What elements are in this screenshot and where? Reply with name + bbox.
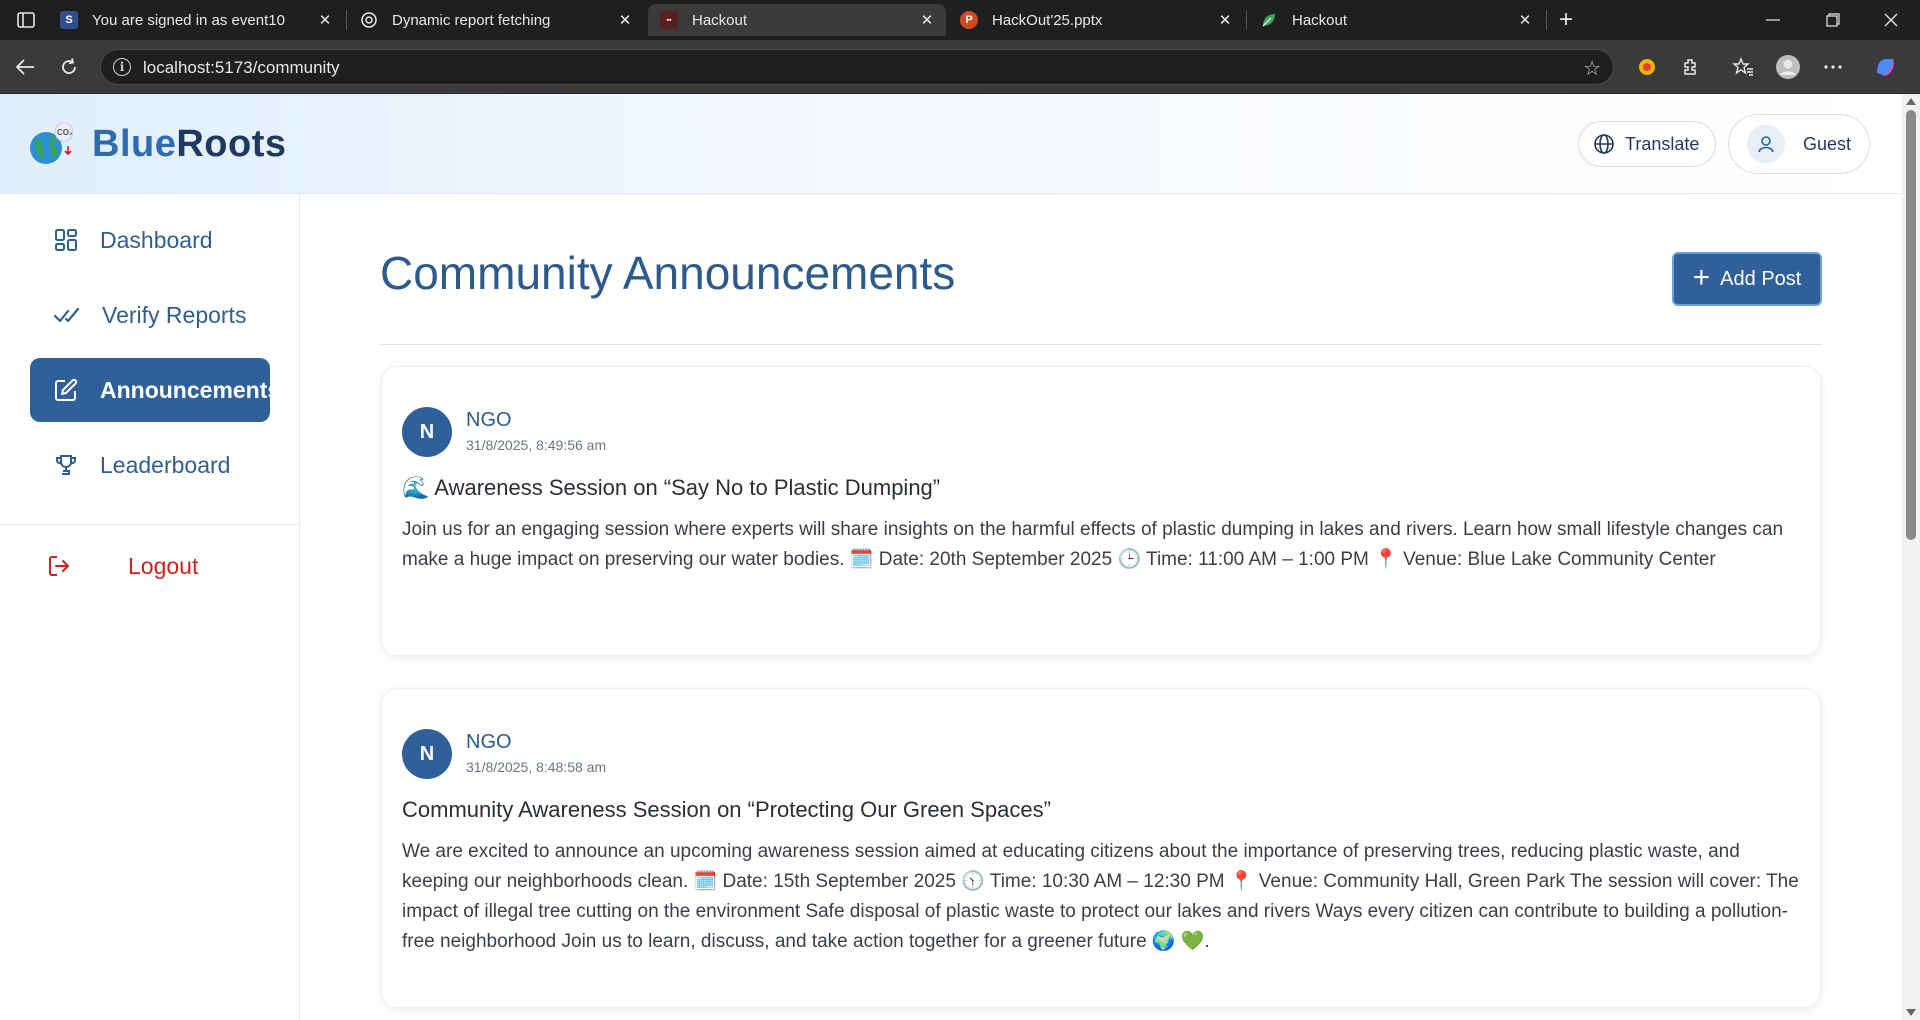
sidebar: Dashboard Verify Reports Announcements L… bbox=[0, 194, 300, 1020]
extensions-icon[interactable] bbox=[1676, 52, 1706, 82]
post-body: Join us for an engaging session where ex… bbox=[402, 519, 1784, 570]
browser-tab-strip: S You are signed in as event10 ✕ Dynamic… bbox=[0, 0, 1920, 40]
leaf-icon bbox=[1260, 11, 1278, 29]
s-favicon-icon: S bbox=[60, 11, 78, 29]
openai-icon bbox=[360, 11, 378, 29]
post-title: 🌊 Awareness Session on “Say No to Plasti… bbox=[402, 475, 941, 500]
tab-title: HackOut'25.pptx bbox=[992, 11, 1103, 29]
browser-toolbar: i localhost:5173/community ☆ bbox=[0, 40, 1920, 94]
sidebar-item-label: Leaderboard bbox=[100, 451, 231, 478]
close-icon[interactable]: ✕ bbox=[616, 11, 634, 29]
tab-actions-icon[interactable] bbox=[8, 6, 44, 34]
trophy-icon bbox=[56, 455, 76, 475]
window-close-icon[interactable] bbox=[1862, 0, 1920, 40]
browser-tab-3[interactable]: ▪▪ Hackout ✕ bbox=[648, 4, 946, 36]
add-post-label: Add Post bbox=[1720, 267, 1802, 290]
sidebar-item-leaderboard[interactable]: Leaderboard bbox=[30, 433, 270, 497]
double-check-icon bbox=[54, 307, 80, 323]
sidebar-divider bbox=[0, 524, 300, 525]
browser-tab-1[interactable]: S You are signed in as event10 ✕ bbox=[48, 4, 344, 36]
svg-text:CO₂: CO₂ bbox=[57, 128, 73, 137]
tab-title: Dynamic report fetching bbox=[392, 11, 551, 29]
title-divider bbox=[380, 344, 1822, 345]
powerpoint-icon: P bbox=[960, 11, 978, 29]
new-tab-icon[interactable]: + bbox=[1552, 6, 1580, 34]
web-page: CO₂ Blue Roots Translate Guest Dashboard … bbox=[0, 94, 1902, 1020]
avatar: N bbox=[402, 407, 452, 457]
back-icon[interactable] bbox=[10, 52, 40, 82]
page-scrollbar[interactable] bbox=[1902, 94, 1920, 1020]
url-text[interactable]: localhost:5173/community bbox=[143, 58, 340, 78]
close-icon[interactable]: ✕ bbox=[316, 11, 334, 29]
close-icon[interactable]: ✕ bbox=[1216, 11, 1234, 29]
reload-icon[interactable] bbox=[54, 52, 84, 82]
close-icon[interactable]: ✕ bbox=[1516, 11, 1534, 29]
site-info-icon[interactable]: i bbox=[113, 58, 131, 76]
sidebar-item-label: Announcements bbox=[100, 376, 281, 403]
logout-label: Logout bbox=[128, 552, 199, 579]
copilot-icon[interactable] bbox=[1870, 52, 1900, 82]
more-options-icon[interactable] bbox=[1818, 52, 1848, 82]
sidebar-item-announcements[interactable]: Announcements bbox=[30, 358, 280, 422]
dashboard-icon bbox=[55, 229, 77, 251]
favorite-star-icon[interactable]: ☆ bbox=[1583, 56, 1601, 81]
post-timestamp: 31/8/2025, 8:48:58 am bbox=[466, 759, 607, 775]
announcement-card: N NGO 31/8/2025, 8:49:56 am 🌊 Awareness … bbox=[381, 366, 1821, 656]
user-label: Guest bbox=[1803, 133, 1852, 154]
post-title: Community Awareness Session on “Protecti… bbox=[402, 797, 1051, 822]
add-post-button[interactable]: + Add Post bbox=[1672, 252, 1822, 306]
browser-tab-2[interactable]: Dynamic report fetching ✕ bbox=[348, 4, 644, 36]
brand-logo[interactable]: CO₂ Blue Roots bbox=[28, 122, 287, 166]
scroll-down-icon[interactable] bbox=[1906, 1009, 1916, 1016]
tab-title: Hackout bbox=[1292, 11, 1348, 29]
avatar: N bbox=[402, 729, 452, 779]
tab-title: Hackout bbox=[692, 11, 748, 29]
restore-icon[interactable] bbox=[1804, 0, 1862, 40]
globe-language-icon bbox=[1594, 134, 1614, 154]
browser-tab-4[interactable]: P HackOut'25.pptx ✕ bbox=[948, 4, 1244, 36]
logout-icon bbox=[49, 556, 70, 576]
extension-colorful-icon[interactable] bbox=[1632, 52, 1662, 82]
logout-button[interactable]: Logout bbox=[30, 534, 270, 598]
user-menu-button[interactable]: Guest bbox=[1728, 114, 1870, 174]
app-header: CO₂ Blue Roots Translate Guest bbox=[0, 94, 1902, 194]
translate-label: Translate bbox=[1625, 133, 1700, 154]
announcement-card: N NGO 31/8/2025, 8:48:58 am Community Aw… bbox=[381, 688, 1821, 1008]
scrollbar-thumb[interactable] bbox=[1906, 110, 1916, 540]
sidebar-item-dashboard[interactable]: Dashboard bbox=[30, 208, 270, 272]
post-body: We are excited to announce an upcoming a… bbox=[402, 841, 1799, 952]
translate-button[interactable]: Translate bbox=[1578, 121, 1717, 167]
sidebar-item-label: Verify Reports bbox=[102, 301, 247, 328]
favorites-icon[interactable] bbox=[1728, 52, 1758, 82]
address-bar[interactable]: i localhost:5173/community ☆ bbox=[100, 49, 1614, 85]
page-title: Community Announcements bbox=[380, 247, 956, 299]
profile-icon[interactable] bbox=[1773, 52, 1803, 82]
sidebar-item-label: Dashboard bbox=[100, 226, 213, 253]
globe-icon: CO₂ bbox=[28, 122, 78, 166]
edit-icon bbox=[55, 378, 78, 401]
sidebar-item-verify-reports[interactable]: Verify Reports bbox=[30, 283, 270, 347]
close-icon[interactable]: ✕ bbox=[918, 11, 936, 29]
plus-icon: + bbox=[1692, 260, 1711, 294]
post-timestamp: 31/8/2025, 8:49:56 am bbox=[466, 437, 607, 453]
post-author: NGO bbox=[466, 409, 512, 431]
scroll-up-icon[interactable] bbox=[1906, 98, 1916, 105]
tab-title: You are signed in as event10 bbox=[92, 11, 285, 29]
user-icon bbox=[1747, 125, 1785, 163]
brand-name-roots: Roots bbox=[176, 122, 287, 165]
app-icon: ▪▪ bbox=[660, 11, 678, 29]
post-author: NGO bbox=[466, 731, 512, 753]
browser-tab-5[interactable]: Hackout ✕ bbox=[1248, 4, 1544, 36]
minimize-icon[interactable] bbox=[1744, 0, 1802, 40]
brand-name-blue: Blue bbox=[92, 122, 177, 165]
